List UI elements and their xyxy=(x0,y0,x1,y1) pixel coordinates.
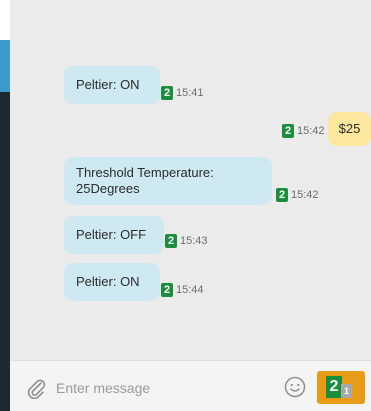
message-meta: 2 15:42 xyxy=(276,188,319,202)
message-composer: 2 1 xyxy=(10,360,371,411)
message-bubble-incoming: Peltier: ON xyxy=(64,263,160,301)
message-bubble-incoming: Peltier: ON xyxy=(64,66,160,104)
paperclip-icon[interactable] xyxy=(26,377,46,399)
message-bubble-incoming: Peltier: OFF xyxy=(64,216,164,254)
message-time: 15:42 xyxy=(291,189,319,201)
message-bubble-outgoing: $25 xyxy=(328,112,371,146)
message-meta: 2 15:42 xyxy=(282,124,325,138)
chat-screen: Peltier: ON 2 15:41 2 15:42 $25 Threshol… xyxy=(0,0,371,411)
sender-badge: 2 xyxy=(282,124,294,138)
message-text: Peltier: ON xyxy=(76,274,140,289)
message-meta: 2 15:41 xyxy=(161,86,204,100)
message-list[interactable]: Peltier: ON 2 15:41 2 15:42 $25 Threshol… xyxy=(10,0,371,360)
message-text: Peltier: OFF xyxy=(76,227,147,242)
sender-badge: 2 xyxy=(165,234,177,248)
send-badge-sub: 1 xyxy=(341,384,352,398)
message-time: 15:43 xyxy=(180,235,208,247)
sender-badge: 2 xyxy=(276,188,288,202)
smiley-icon[interactable] xyxy=(284,376,306,398)
message-time: 15:41 xyxy=(176,87,204,99)
send-button[interactable]: 2 1 xyxy=(317,371,365,404)
message-bubble-incoming: Threshold Temperature: 25Degrees xyxy=(64,157,272,205)
message-meta: 2 15:43 xyxy=(165,234,208,248)
message-time: 15:44 xyxy=(176,284,204,296)
message-text: $25 xyxy=(338,121,361,136)
background-app-edge xyxy=(0,0,10,40)
sender-badge: 2 xyxy=(161,283,173,297)
sender-badge: 2 xyxy=(161,86,173,100)
message-time: 15:42 xyxy=(297,125,325,137)
send-badge-main: 2 xyxy=(326,376,342,398)
message-meta: 2 15:44 xyxy=(161,283,204,297)
message-input[interactable] xyxy=(56,378,266,398)
message-text: Peltier: ON xyxy=(76,77,140,92)
background-app-body-edge xyxy=(0,92,10,411)
background-app-toolbar-edge xyxy=(0,40,10,92)
message-text: Threshold Temperature: 25Degrees xyxy=(76,165,214,196)
